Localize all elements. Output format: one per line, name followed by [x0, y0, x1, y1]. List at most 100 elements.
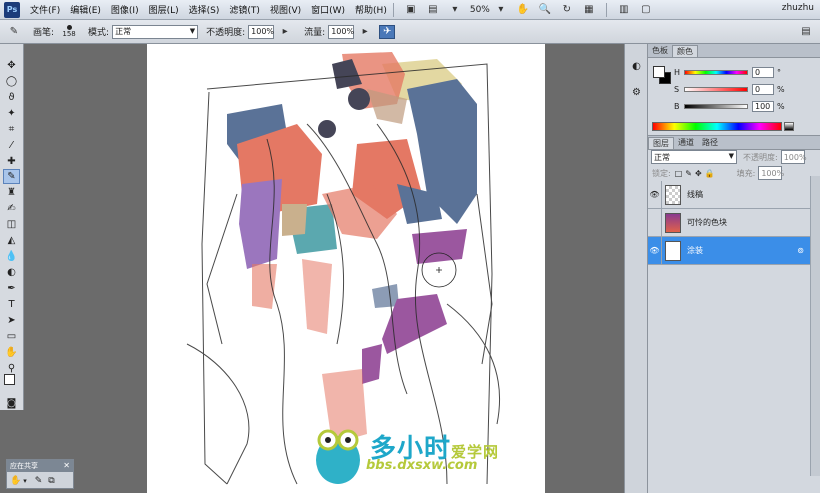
layer-row[interactable]: 可怜的色块	[648, 208, 810, 237]
brightness-input[interactable]: 100	[752, 100, 774, 112]
menu-filter[interactable]: 滤镜(T)	[229, 3, 260, 16]
layers-scrollbar[interactable]	[810, 176, 820, 476]
saturation-input[interactable]: 0	[752, 83, 774, 95]
menu-window[interactable]: 窗口(W)	[311, 3, 345, 16]
color-spectrum-bar[interactable]	[652, 122, 782, 131]
blend-mode-select[interactable]: 正常 ▼	[651, 150, 737, 164]
menu-image[interactable]: 图像(I)	[111, 3, 139, 16]
grid-icon[interactable]: ▦	[581, 3, 597, 17]
zoom-level[interactable]: 50%	[470, 5, 490, 15]
hand-icon[interactable]: ✋	[10, 476, 21, 486]
paint-bucket-tool-icon[interactable]: ◭	[3, 233, 20, 248]
chevron-down-icon[interactable]: ▾	[23, 477, 27, 485]
healing-brush-tool-icon[interactable]: ✚	[3, 154, 20, 169]
history-brush-tool-icon[interactable]: ✍	[3, 201, 20, 216]
lock-all-icon[interactable]: 🔒	[705, 169, 715, 178]
foreground-color-swatch[interactable]	[653, 66, 665, 78]
menu-view[interactable]: 视图(V)	[270, 3, 301, 16]
hue-input[interactable]: 0	[752, 66, 774, 78]
flow-slider-icon[interactable]: ▸	[357, 25, 373, 39]
flow-input[interactable]: 100%	[328, 24, 355, 39]
chevron-down-icon: ▼	[189, 26, 196, 35]
lasso-tool-icon[interactable]: ϑ	[3, 90, 20, 105]
screen-mode-full-icon[interactable]: ▢	[638, 3, 654, 17]
share-icon[interactable]: ⧉	[48, 476, 54, 486]
airbrush-icon[interactable]: ✈	[379, 24, 396, 39]
clone-stamp-tool-icon[interactable]: ♜	[3, 185, 20, 200]
tab-color[interactable]: 颜色	[672, 45, 698, 57]
close-icon[interactable]: ✕	[63, 460, 70, 472]
lock-transparency-icon[interactable]: □	[675, 169, 683, 178]
hue-label: H	[674, 67, 681, 77]
layer-row-selected[interactable]: 👁 涂装 ⊚	[648, 236, 810, 265]
layer-row[interactable]: 👁 线稿	[648, 180, 810, 209]
layer-opacity-input[interactable]: 100%	[780, 150, 807, 164]
shape-tool-icon[interactable]: ▭	[3, 329, 20, 344]
opacity-slider-icon[interactable]: ▸	[277, 25, 293, 39]
mode-select[interactable]: 正常 ▼	[112, 24, 199, 39]
brush-tool-icon[interactable]: ✎	[3, 169, 20, 184]
view-extras-icon[interactable]: ▤	[425, 3, 441, 17]
actions-panel-icon[interactable]: ⚙	[628, 84, 645, 101]
brightness-unit: %	[777, 101, 785, 111]
saturation-label: S	[674, 84, 680, 94]
blur-tool-icon[interactable]: 💧	[3, 249, 20, 264]
brush-tool-preset-icon[interactable]: ✎	[6, 25, 22, 39]
watermark: 多小时爱学网 bbs.dxsxw.com	[308, 418, 548, 493]
brush-label: 画笔:	[33, 28, 55, 38]
hue-slider[interactable]	[684, 69, 748, 75]
brush-preview[interactable]: 158	[58, 23, 80, 41]
pen-tool-icon[interactable]: ✒	[3, 281, 20, 296]
menu-layer[interactable]: 图层(L)	[149, 3, 179, 16]
rotate-view-icon[interactable]: ↻	[559, 3, 575, 17]
screen-mode-icon[interactable]: ▾	[447, 3, 463, 17]
menu-edit[interactable]: 编辑(E)	[70, 3, 101, 16]
move-tool-icon[interactable]: ✥	[3, 58, 20, 73]
foreground-color-swatch[interactable]	[4, 374, 15, 385]
crop-tool-icon[interactable]: ⌗	[3, 122, 20, 137]
type-tool-icon[interactable]: T	[3, 297, 20, 312]
watermark-url: bbs.dxsxw.com	[366, 458, 478, 473]
visibility-eye-icon[interactable]	[648, 208, 662, 237]
magic-wand-tool-icon[interactable]: ✦	[3, 106, 20, 121]
fill-input[interactable]: 100%	[758, 166, 784, 180]
saturation-slider[interactable]	[684, 86, 748, 92]
opacity-label: 不透明度:	[206, 28, 246, 38]
menu-file[interactable]: 文件(F)	[30, 3, 60, 16]
dodge-tool-icon[interactable]: ◐	[3, 265, 20, 280]
zoom-icon[interactable]: 🔍	[537, 3, 553, 17]
brightness-slider[interactable]	[684, 103, 748, 109]
menu-bar: Ps 文件(F) 编辑(E) 图像(I) 图层(L) 选择(S) 滤镜(T) 视…	[0, 0, 820, 20]
visibility-eye-icon[interactable]: 👁	[648, 236, 662, 265]
marquee-tool-icon[interactable]: ◯	[3, 74, 20, 89]
eyedropper-tool-icon[interactable]: ⁄	[3, 138, 20, 153]
hand-tool-icon[interactable]: ✋	[3, 345, 20, 360]
tab-swatches[interactable]: 色板	[648, 45, 672, 57]
bridge-icon[interactable]: ▣	[403, 3, 419, 17]
path-selection-tool-icon[interactable]: ➤	[3, 313, 20, 328]
hand-icon[interactable]: ✋	[515, 3, 531, 17]
lock-position-icon[interactable]: ✥	[695, 169, 702, 178]
lock-pixels-icon[interactable]: ✎	[685, 169, 692, 178]
workspace-switcher[interactable]: zhuzhu	[782, 3, 814, 13]
layer-link-icon[interactable]: ⊚	[797, 246, 804, 255]
menu-help[interactable]: 帮助(H)	[355, 3, 387, 16]
floating-panel-tools: ✋ ▾ ✎ ⧉	[7, 472, 73, 489]
tab-paths[interactable]: 路径	[698, 137, 722, 149]
quick-mask-icon[interactable]: ◙	[3, 396, 20, 411]
zoom-dropdown-icon[interactable]: ▾	[493, 3, 509, 17]
arrange-documents-icon[interactable]: ▥	[616, 3, 632, 17]
history-panel-icon[interactable]: ◐	[628, 58, 645, 75]
layer-options-row: 正常 ▼ 不透明度: 100%	[648, 150, 820, 164]
brush-panel-icon[interactable]: ▤	[798, 25, 814, 39]
eraser-tool-icon[interactable]: ◫	[3, 217, 20, 232]
edit-icon[interactable]: ✎	[35, 476, 43, 486]
lock-fill-row: 锁定: □ ✎ ✥ 🔒 填充: 100%	[648, 166, 820, 180]
black-white-ramp[interactable]	[784, 122, 794, 131]
menu-select[interactable]: 选择(S)	[189, 3, 220, 16]
opacity-input[interactable]: 100%	[248, 24, 275, 39]
tab-channels[interactable]: 通道	[674, 137, 698, 149]
visibility-eye-icon[interactable]: 👁	[648, 180, 662, 209]
layer-opacity-value: 100%	[783, 152, 807, 162]
tab-layers[interactable]: 图层	[648, 137, 674, 149]
